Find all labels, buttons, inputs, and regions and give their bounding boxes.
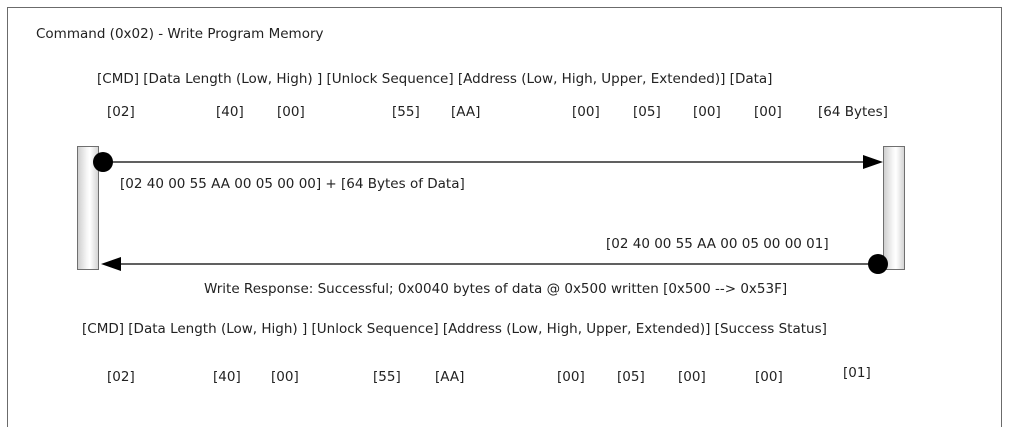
response-value-length-high: [00]	[271, 369, 299, 385]
response-value-length-low: [40]	[213, 369, 241, 385]
response-value-unlock-1: [55]	[373, 369, 401, 385]
response-value-address-high: [05]	[617, 369, 645, 385]
request-origin-dot	[93, 152, 113, 172]
response-value-success-status: [01]	[843, 365, 871, 381]
message-arrows	[93, 152, 888, 274]
response-arrow-label: [02 40 00 55 AA 00 05 00 00 01]	[606, 236, 829, 252]
response-value-address-low: [00]	[557, 369, 585, 385]
response-arrowhead	[101, 257, 121, 271]
response-field-header: [CMD] [Data Length (Low, High) ] [Unlock…	[82, 321, 827, 337]
response-value-address-upper: [00]	[678, 369, 706, 385]
response-description: Write Response: Successful; 0x0040 bytes…	[204, 281, 788, 297]
response-origin-dot	[868, 254, 888, 274]
request-arrowhead	[863, 155, 883, 169]
request-arrow-label: [02 40 00 55 AA 00 05 00 00] + [64 Bytes…	[120, 176, 465, 192]
response-value-unlock-2: [AA]	[435, 369, 465, 385]
response-value-address-extended: [00]	[755, 369, 783, 385]
response-value-cmd: [02]	[107, 369, 135, 385]
